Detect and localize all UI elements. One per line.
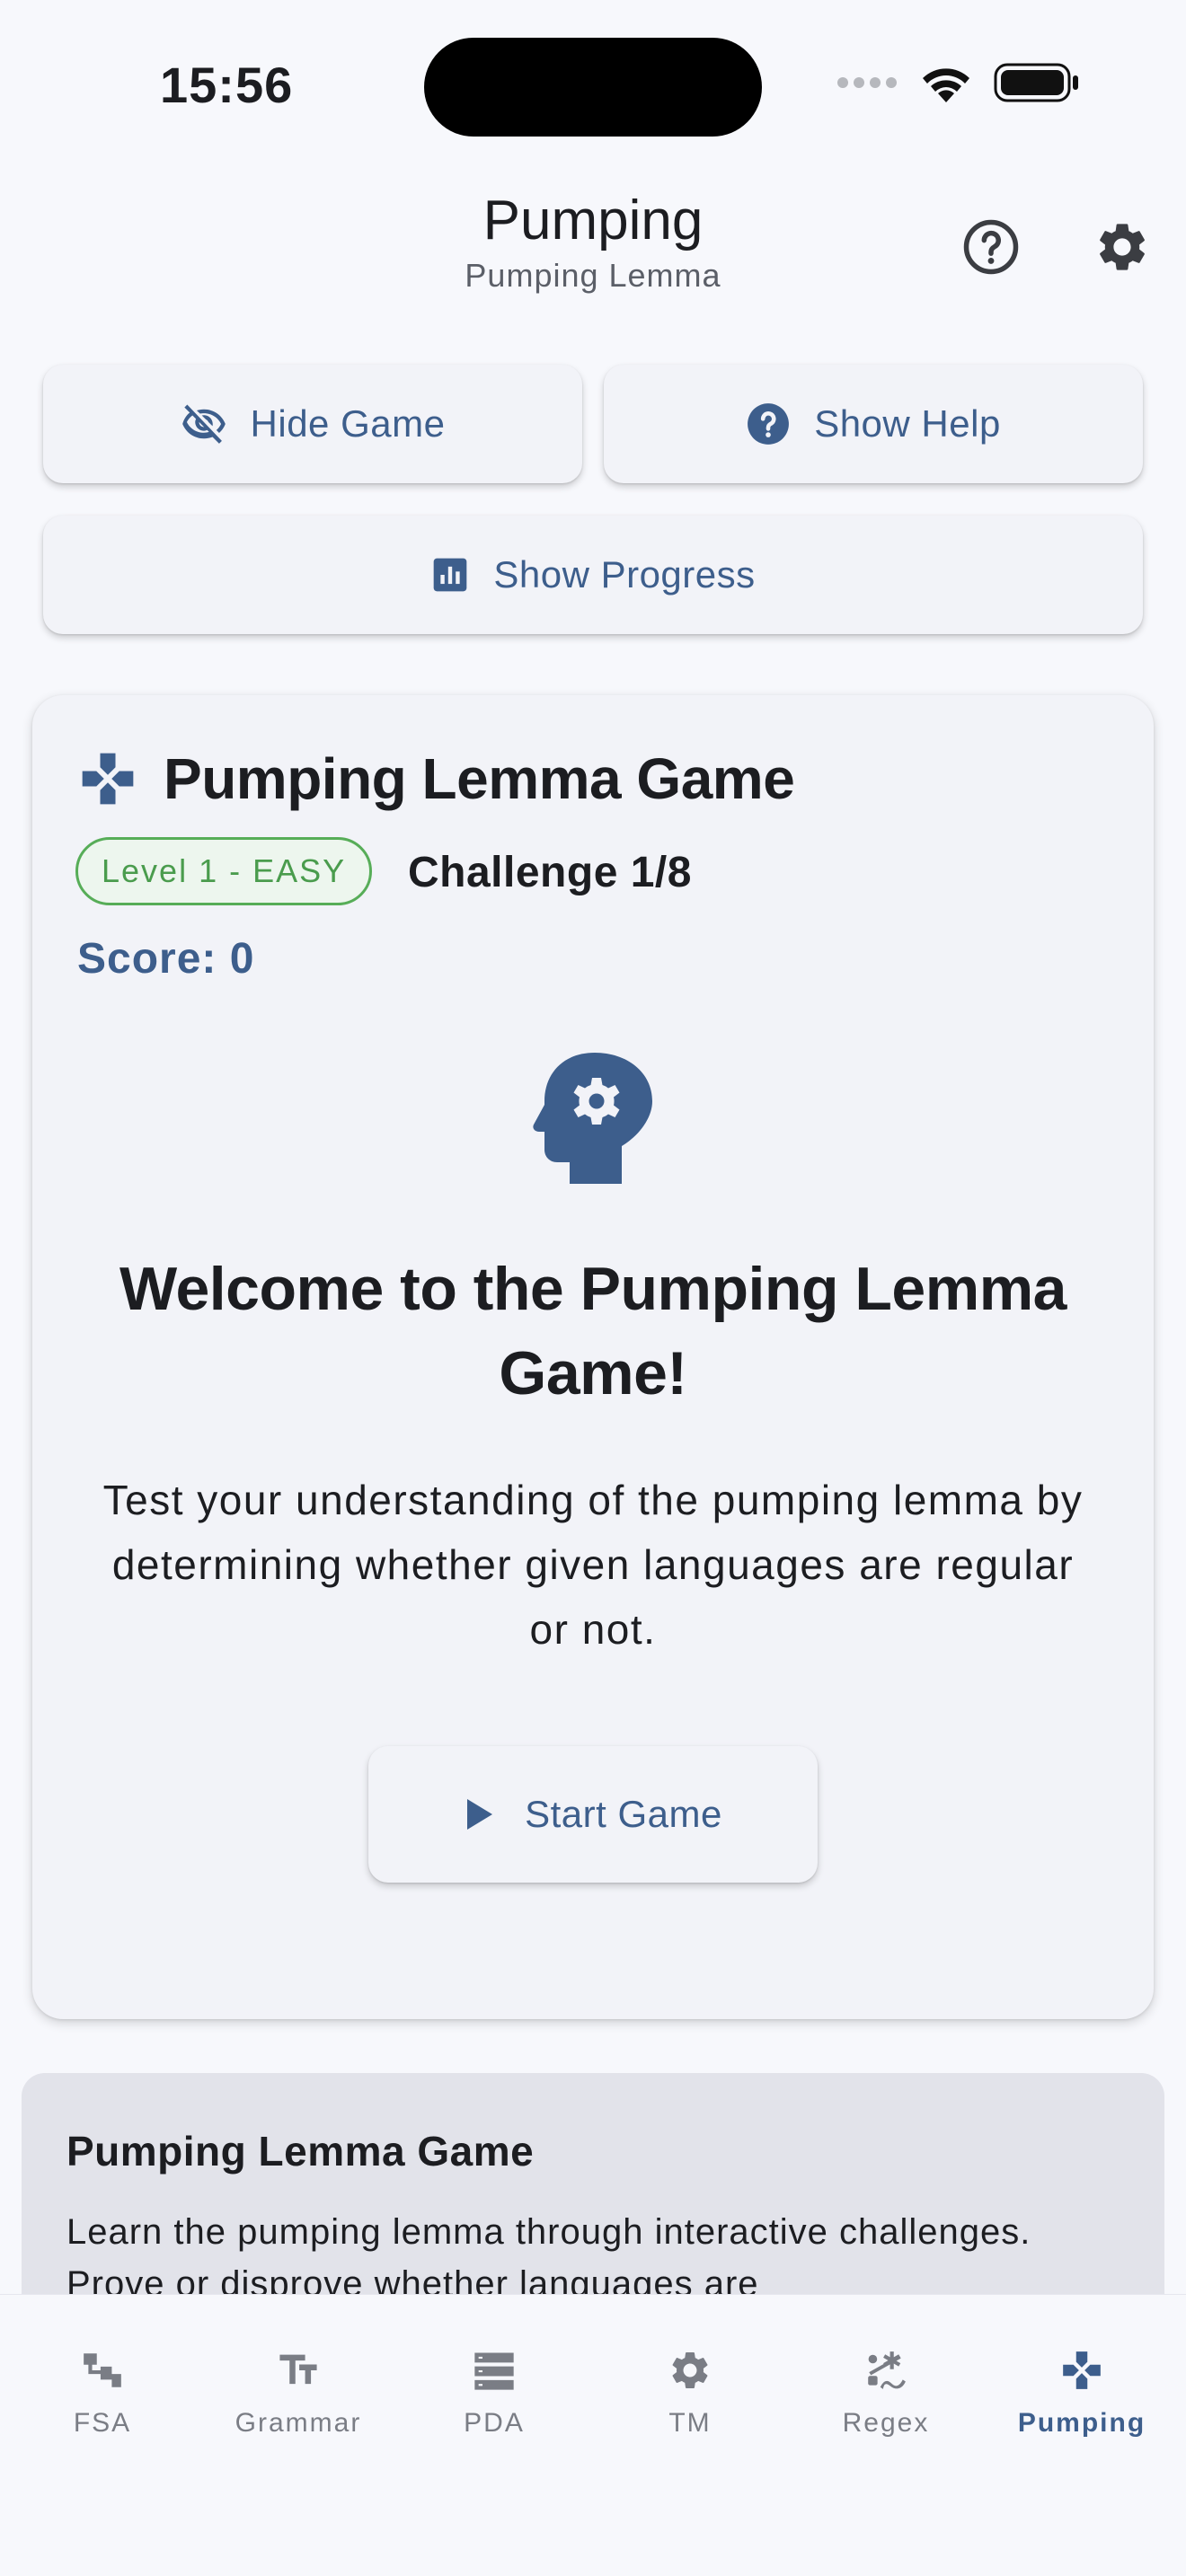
status-icons	[836, 61, 1080, 104]
bottom-nav: FSA Grammar PDA TM Regex Pumping	[0, 2294, 1186, 2576]
nav-label-fsa: FSA	[73, 2408, 132, 2438]
nav-item-tm[interactable]: TM	[618, 2345, 762, 2439]
nav-label-tm: TM	[668, 2408, 712, 2438]
nav-label-regex: Regex	[842, 2408, 930, 2438]
gear-icon	[672, 2352, 708, 2388]
show-progress-label: Show Progress	[493, 553, 756, 595]
app-bar: Pumping Pumping Lemma	[0, 171, 1186, 314]
help-button[interactable]	[951, 207, 1031, 287]
help-circle-icon	[748, 403, 790, 445]
game-card: Pumping Lemma Game Level 1 - EASY Challe…	[32, 695, 1154, 2019]
fsa-icon	[84, 2353, 121, 2387]
hide-game-button[interactable]: Hide Game	[43, 365, 582, 483]
stack-icon	[474, 2352, 514, 2390]
screen: 15:56 Pumping Pumping Lemma Hide Game Sh…	[0, 0, 1186, 2576]
nav-label-pumping: Pumping	[1017, 2408, 1146, 2438]
info-title: Pumping Lemma Game	[66, 2128, 535, 2175]
play-icon	[467, 1799, 493, 1830]
level-badge: Level 1 - EASY	[75, 837, 373, 905]
settings-button[interactable]	[1082, 207, 1163, 287]
dynamic-island	[424, 38, 762, 137]
intro-text: Test your understanding of the pumping l…	[102, 1477, 1084, 1653]
eye-off-icon	[181, 404, 226, 444]
challenge-counter: Challenge 1/8	[408, 849, 692, 896]
battery-icon	[994, 63, 1078, 102]
help-circle-outline-icon	[963, 219, 1019, 275]
score-text: Score: 0	[77, 935, 255, 983]
status-bar: 15:56	[0, 0, 1186, 137]
gear-icon	[1100, 224, 1145, 270]
regex-icon	[868, 2351, 906, 2389]
cellular-signal-icon	[837, 77, 897, 88]
start-game-label: Start Game	[525, 1793, 722, 1835]
hide-game-label: Hide Game	[250, 402, 446, 445]
show-help-button[interactable]: Show Help	[604, 365, 1143, 483]
wifi-icon	[923, 68, 969, 102]
psychology-icon	[533, 1053, 652, 1184]
status-time: 15:56	[160, 57, 294, 113]
text-fields-icon	[279, 2354, 317, 2385]
game-title: Pumping Lemma Game	[164, 746, 795, 811]
analytics-icon	[434, 558, 467, 592]
gamepad-icon	[82, 753, 134, 805]
welcome-heading: Welcome to the Pumping Lemma Game!	[119, 1255, 1067, 1407]
nav-item-regex[interactable]: Regex	[814, 2345, 958, 2439]
nav-item-pda[interactable]: PDA	[422, 2345, 566, 2439]
gamepad-icon	[1063, 2351, 1101, 2389]
start-game-button[interactable]: Start Game	[368, 1746, 818, 1883]
nav-label-pda: PDA	[464, 2408, 525, 2438]
nav-label-grammar: Grammar	[235, 2408, 362, 2438]
nav-item-grammar[interactable]: Grammar	[226, 2345, 370, 2439]
show-help-label: Show Help	[814, 402, 1001, 445]
nav-item-fsa[interactable]: FSA	[31, 2345, 174, 2439]
show-progress-button[interactable]: Show Progress	[43, 516, 1143, 634]
nav-item-pumping[interactable]: Pumping	[1010, 2345, 1154, 2439]
card-title-row: Pumping Lemma Game	[77, 745, 795, 812]
